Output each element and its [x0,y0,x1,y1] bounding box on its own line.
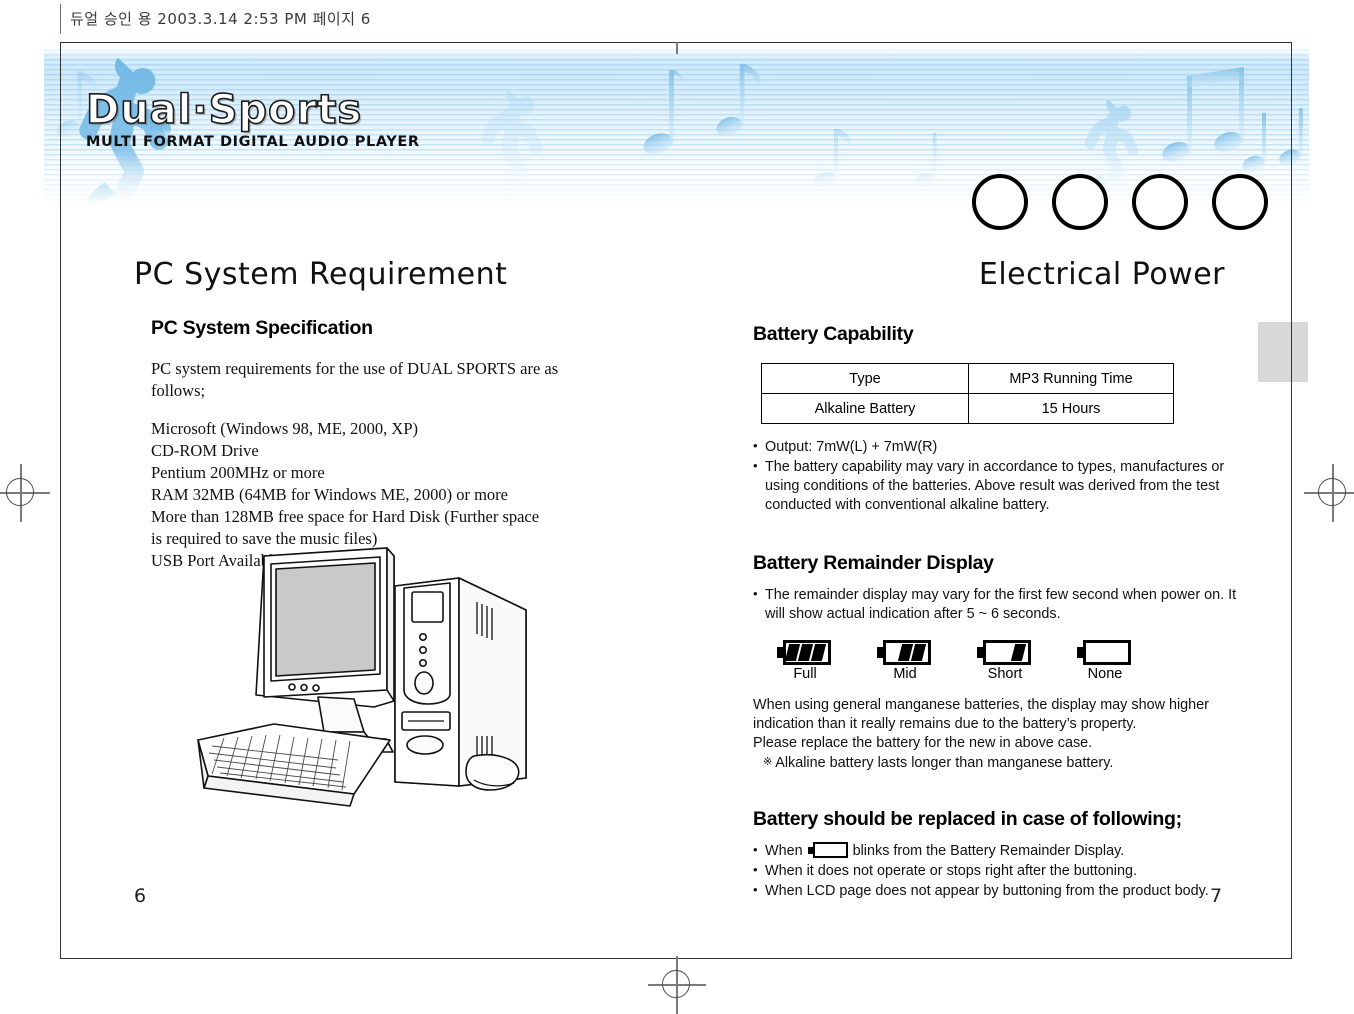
reference-mark-icon: ※ [763,756,773,769]
battery-level-full: Full [777,639,833,682]
battery-mid-icon [877,639,933,665]
requirement-line: Microsoft (Windows 98, ME, 2000, XP) [151,418,418,438]
table-header-type: Type [761,363,969,394]
banner-circle-group [972,174,1268,230]
table-cell-runtime: 15 Hours [968,393,1174,424]
proof-header-bar: 듀얼 승인 용 2003.3.14 2:53 PM 페이지 6 [0,0,1354,42]
bullet-prefix-text: When [765,842,803,859]
battery-level-label: Short [987,665,1023,682]
battery-replace-heading: Battery should be replaced in case of fo… [753,807,1182,830]
note-line: When using general manganese batteries, … [753,696,1209,713]
battery-level-short: Short [977,639,1033,682]
asterisk-note-text: Alkaline battery lasts longer than manga… [775,755,1114,772]
requirement-line: RAM 32MB (64MB for Windows ME, 2000) or … [151,484,508,504]
manganese-battery-note: When using general manganese batteries, … [753,696,1243,774]
right-section-title: Electrical Power [978,257,1225,292]
logo-wordmark: Dual·Sports [85,87,363,133]
music-note-icon-3 [716,63,762,137]
circle-icon-2 [1052,174,1108,230]
table-row: Alkaline Battery 15 Hours [761,393,1174,424]
right-page-content: Electrical Power Battery Capability Type… [753,258,1253,902]
battery-level-none: None [1077,639,1133,682]
left-section-title: PC System Requirement [134,257,508,292]
battery-capability-table: Type MP3 Running Time Alkaline Battery 1… [761,363,1174,424]
crop-line-right [1291,42,1293,959]
bullet-item: When it does not operate or stops right … [753,861,1248,881]
registration-mark-right [1304,464,1354,522]
circle-icon-3 [1132,174,1188,230]
crop-line-left [60,42,62,959]
proof-header-rule [60,4,61,34]
bullet-item: The battery capability may vary in accor… [753,457,1238,515]
battery-full-icon [777,639,833,665]
music-note-icon-2 [643,70,683,155]
thumb-index-tab [1258,322,1308,382]
battery-empty-inline-icon [807,841,848,858]
registration-mark-bottom [648,956,706,1014]
proof-header-text: 듀얼 승인 용 2003.3.14 2:53 PM 페이지 6 [70,10,371,28]
battery-level-label: None [1087,665,1123,682]
manual-spread-page: 듀얼 승인 용 2003.3.14 2:53 PM 페이지 6 Dual·Spo… [0,0,1354,1014]
table-header-runtime: MP3 Running Time [968,363,1174,394]
bullet-item: The remainder display may vary for the f… [753,585,1243,624]
logo-tagline: MULTI FORMAT DIGITAL AUDIO PLAYER [86,134,420,150]
requirement-line: Pentium 200MHz or more [151,462,325,482]
bullet-item: Output: 7mW(L) + 7mW(R) [753,437,1238,457]
battery-level-label: Mid [893,665,917,682]
requirement-line: More than 128MB free space for Hard Disk… [151,506,540,526]
circle-icon-1 [972,174,1028,230]
pc-requirements-intro: PC system requirements for the use of DU… [151,359,559,400]
pc-system-specification-heading: PC System Specification [151,317,373,339]
battery-replace-bullets: When blinks from the Battery Remainder Di… [753,841,1248,901]
page-number-right: 7 [1210,885,1223,907]
music-note-icon-4 [1162,67,1244,163]
table-header-row: Type MP3 Running Time [761,363,1174,394]
page-number-left: 6 [134,885,147,907]
desktop-pc-illustration [178,540,548,835]
bullet-suffix-text: blinks from the Battery Remainder Displa… [852,842,1125,859]
battery-remainder-bullets: The remainder display may vary for the f… [753,585,1243,624]
requirement-line: CD-ROM Drive [151,440,259,460]
battery-none-icon [1077,639,1133,665]
battery-capability-bullets: Output: 7mW(L) + 7mW(R) The battery capa… [753,437,1238,516]
product-logo: Dual·Sports MULTI FORMAT DIGITAL AUDIO P… [85,87,420,150]
bullet-item: When LCD page does not appear by buttoni… [753,881,1248,901]
bullet-item-blink: When blinks from the Battery Remainder Di… [753,841,1248,861]
battery-short-icon [977,639,1033,665]
note-line: indication than it really remains due to… [753,716,1137,733]
registration-mark-left [0,464,50,522]
circle-icon-4 [1212,174,1268,230]
battery-level-icon-row: Full Mid Short None [777,639,1253,682]
asterisk-note-line: ※ Alkaline battery lasts longer than mang… [763,754,1243,773]
battery-capability-heading: Battery Capability [753,323,914,345]
battery-level-label: Full [793,665,817,682]
note-line: Please replace the battery for the new i… [753,735,1093,752]
battery-remainder-display-heading: Battery Remainder Display [753,551,994,574]
battery-level-mid: Mid [877,639,933,682]
left-page-content: PC System Requirement PC System Specific… [134,258,604,571]
table-cell-type: Alkaline Battery [761,393,969,424]
